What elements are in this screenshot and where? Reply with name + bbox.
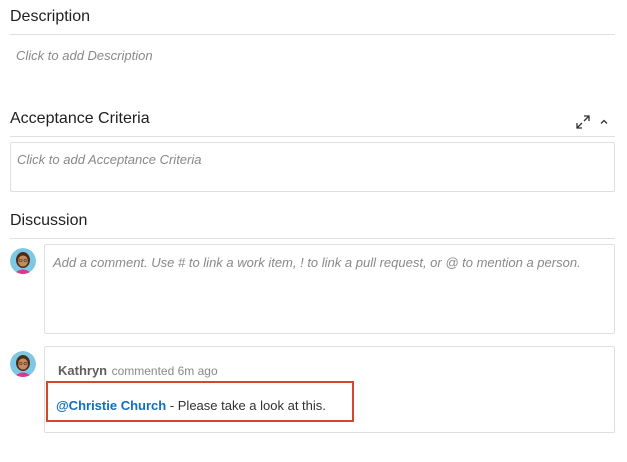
comment-header: Kathryn commented 6m ago [58,362,218,380]
current-user-avatar [10,248,36,274]
description-field[interactable]: Click to add Description [16,48,153,63]
comment-author[interactable]: Kathryn [58,363,107,378]
acceptance-divider [10,136,615,137]
description-title: Description [10,8,91,25]
acceptance-criteria-title: Acceptance Criteria [10,110,150,127]
acceptance-criteria-field[interactable]: Click to add Acceptance Criteria [10,142,615,192]
commenter-avatar [10,351,36,377]
chevron-up-icon[interactable] [596,114,612,130]
expand-icon[interactable] [574,113,592,131]
comment-text: @Christie Church - Please take a look at… [56,397,326,415]
comment-body: - Please take a look at this. [166,398,326,413]
comment-input-placeholder: Add a comment. Use # to link a work item… [53,255,581,270]
acceptance-criteria-placeholder: Click to add Acceptance Criteria [17,152,202,167]
discussion-divider [10,238,615,239]
comment-card: Kathryn commented 6m ago @Christie Churc… [44,346,615,433]
comment-timestamp: commented 6m ago [111,364,218,378]
comment-input[interactable]: Add a comment. Use # to link a work item… [44,244,615,334]
description-divider [10,34,615,35]
mention-link[interactable]: @Christie Church [56,398,166,413]
discussion-title: Discussion [10,212,88,229]
